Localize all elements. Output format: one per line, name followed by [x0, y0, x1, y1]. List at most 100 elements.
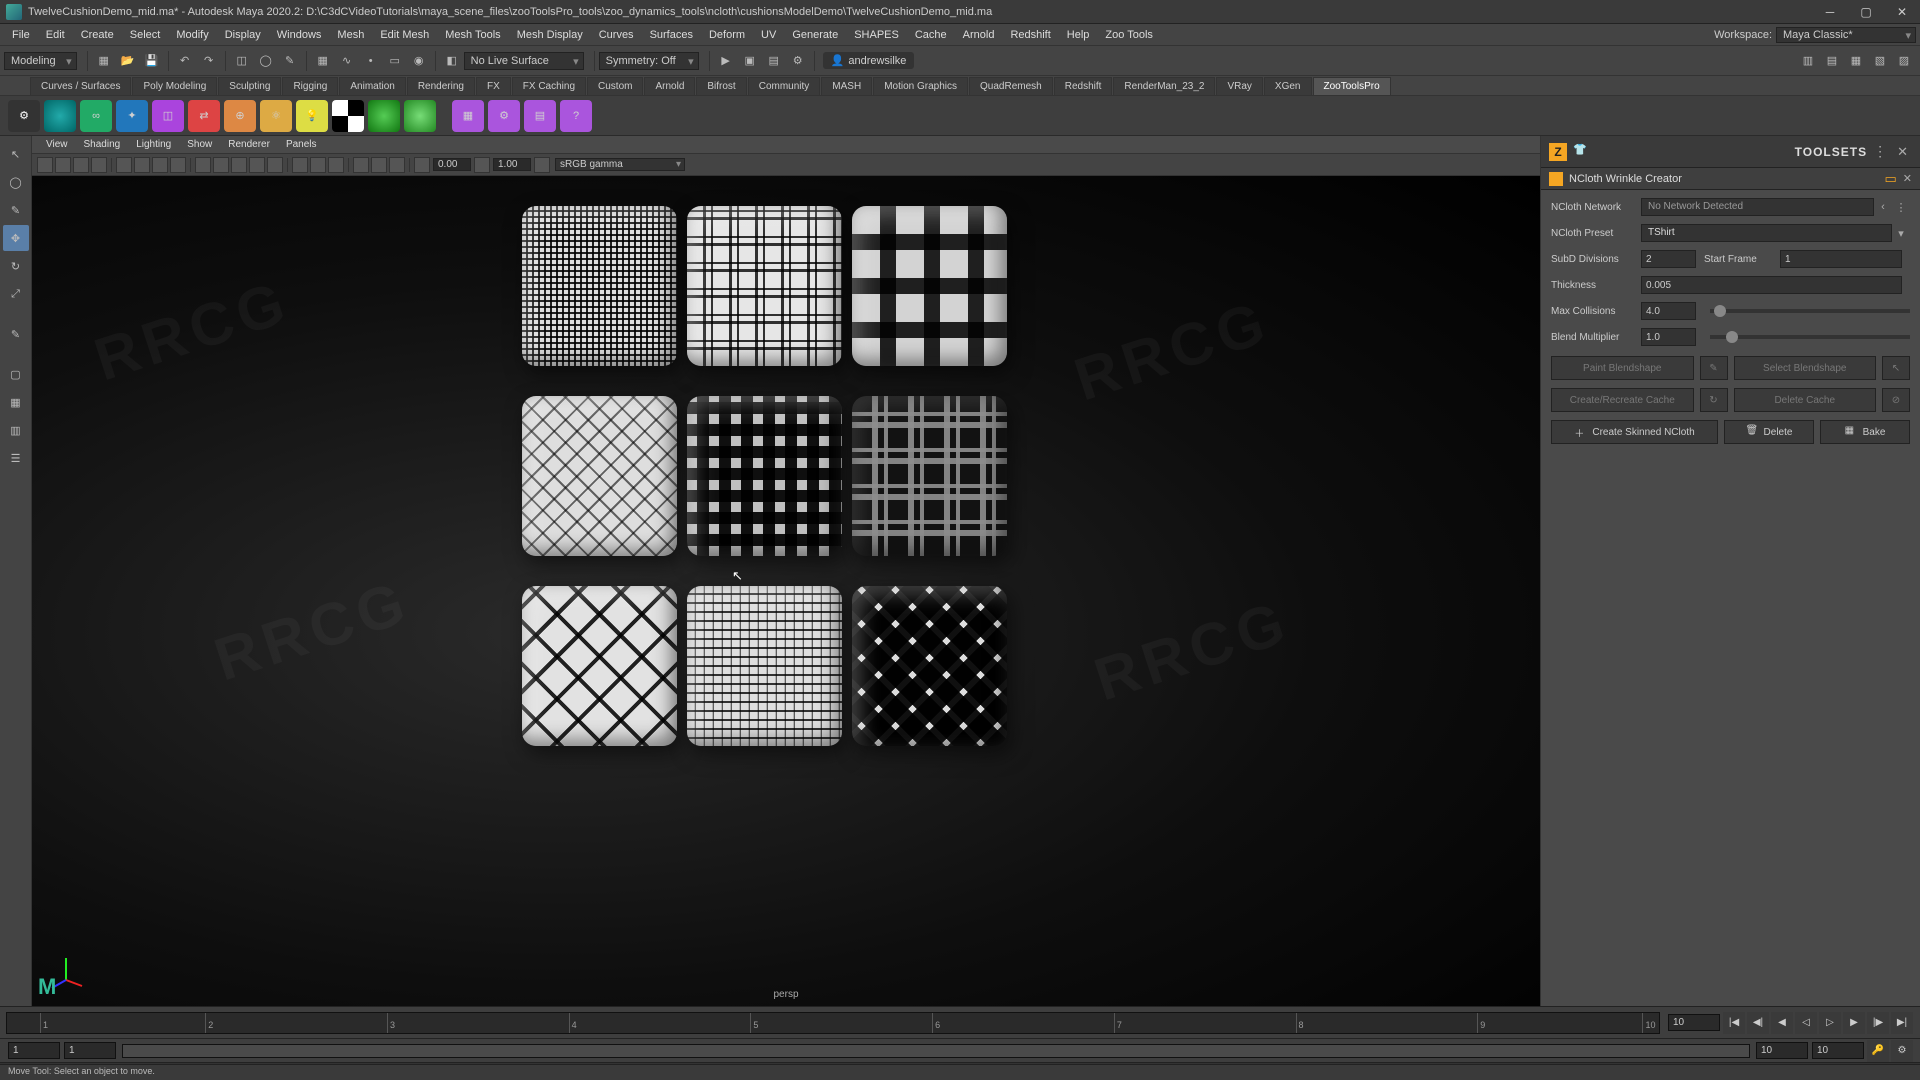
workspace-select[interactable]: Maya Classic* [1776, 27, 1916, 43]
vp-aa-icon[interactable] [389, 157, 405, 173]
menu-edit[interactable]: Edit [38, 27, 73, 43]
ncloth-preset-dropdown[interactable]: TShirt [1641, 224, 1892, 242]
shelf-zoo-toolset-icon[interactable]: ▦ [452, 100, 484, 132]
tab-arnold[interactable]: Arnold [644, 77, 695, 95]
vp-ao-icon[interactable] [353, 157, 369, 173]
cushion-2[interactable] [687, 206, 842, 366]
select-blendshape-button[interactable]: Select Blendshape [1734, 356, 1877, 380]
shelf-zoo-light-icon[interactable]: 💡 [296, 100, 328, 132]
ncloth-network-prev-icon[interactable]: ‹ [1874, 201, 1892, 213]
viewport[interactable]: ↖ persp M RRCG RRCG RRCG RRCG [32, 176, 1540, 1006]
vp-gate-mask-icon[interactable] [170, 157, 186, 173]
vp-shadows-icon[interactable] [267, 157, 283, 173]
paint-select-icon[interactable]: ✎ [279, 50, 301, 72]
create-skinned-ncloth-button[interactable]: ＋Create Skinned NCloth [1551, 420, 1718, 444]
bake-button[interactable]: ▦Bake [1820, 420, 1910, 444]
shelf-settings-icon[interactable]: ⚙ [8, 100, 40, 132]
paint-blend-icon[interactable]: ✎ [1700, 356, 1728, 380]
shelf-zoo-globe-icon[interactable] [44, 100, 76, 132]
shelf-zoo-render-icon[interactable] [404, 100, 436, 132]
maximize-button[interactable]: ▢ [1848, 0, 1884, 24]
tab-renderman[interactable]: RenderMan_23_2 [1113, 77, 1215, 95]
tshirt-icon[interactable]: 👕 [1573, 143, 1591, 161]
menu-generate[interactable]: Generate [784, 27, 846, 43]
snap-live-icon[interactable]: ◉ [408, 50, 430, 72]
sidebar-toggle-1-icon[interactable]: ▥ [1797, 50, 1819, 72]
auto-key-icon[interactable]: 🔑 [1867, 1040, 1889, 1062]
menu-windows[interactable]: Windows [269, 27, 330, 43]
vp-exposure-field[interactable] [433, 158, 471, 171]
vp-xray-icon[interactable] [310, 157, 326, 173]
scale-tool-icon[interactable]: ⤢ [3, 281, 29, 307]
sidebar-toggle-4-icon[interactable]: ▧ [1869, 50, 1891, 72]
view-menu-renderer[interactable]: Renderer [220, 138, 278, 151]
ncloth-network-field[interactable]: No Network Detected [1641, 198, 1874, 216]
view-menu-view[interactable]: View [38, 138, 76, 151]
menu-mesh-display[interactable]: Mesh Display [509, 27, 591, 43]
select-mode-icon[interactable]: ◫ [231, 50, 253, 72]
view-menu-show[interactable]: Show [179, 138, 220, 151]
delete-cache-icon[interactable]: ⊘ [1882, 388, 1910, 412]
create-cache-icon[interactable]: ↻ [1700, 388, 1728, 412]
maxcol-slider[interactable] [1710, 309, 1910, 313]
menu-help[interactable]: Help [1059, 27, 1098, 43]
menu-deform[interactable]: Deform [701, 27, 753, 43]
layout-single-icon[interactable]: ▢ [3, 361, 29, 387]
cushion-3[interactable] [852, 206, 1007, 366]
cushion-9[interactable] [852, 586, 1007, 746]
undo-icon[interactable]: ↶ [174, 50, 196, 72]
range-slider[interactable] [122, 1044, 1750, 1058]
current-frame-field[interactable] [1668, 1014, 1720, 1031]
select-tool-icon[interactable]: ↖ [3, 141, 29, 167]
menu-curves[interactable]: Curves [591, 27, 642, 43]
go-start-icon[interactable]: |◀ [1723, 1012, 1745, 1034]
shelf-zoo-atom-icon[interactable]: ⚛ [260, 100, 292, 132]
select-blend-icon[interactable]: ↖ [1882, 356, 1910, 380]
tab-vray[interactable]: VRay [1216, 77, 1262, 95]
thickness-field[interactable] [1641, 276, 1902, 294]
tab-rigging[interactable]: Rigging [282, 77, 338, 95]
sidebar-toggle-5-icon[interactable]: ▨ [1893, 50, 1915, 72]
zoo-z-icon[interactable]: Z [1549, 143, 1567, 161]
sidebar-toggle-2-icon[interactable]: ▤ [1821, 50, 1843, 72]
minimize-button[interactable]: ─ [1812, 0, 1848, 24]
shelf-zoo-hdri-icon[interactable] [368, 100, 400, 132]
range-end-field[interactable] [1812, 1042, 1864, 1059]
tab-poly-modeling[interactable]: Poly Modeling [132, 77, 217, 95]
vp-textured-icon[interactable] [231, 157, 247, 173]
vp-exposure-icon[interactable] [414, 157, 430, 173]
lasso-tool-icon[interactable]: ◯ [3, 169, 29, 195]
tab-zootoolspro[interactable]: ZooToolsPro [1313, 77, 1391, 95]
view-menu-panels[interactable]: Panels [278, 138, 325, 151]
render-settings-icon[interactable]: ⚙ [787, 50, 809, 72]
menu-display[interactable]: Display [217, 27, 269, 43]
menu-redshift[interactable]: Redshift [1002, 27, 1058, 43]
tool-minimize-icon[interactable]: ▭ [1884, 171, 1896, 187]
layout-two-icon[interactable]: ▥ [3, 417, 29, 443]
tab-animation[interactable]: Animation [339, 77, 405, 95]
shelf-zoo-mirror-icon[interactable]: ◫ [152, 100, 184, 132]
snap-plane-icon[interactable]: ▭ [384, 50, 406, 72]
open-scene-icon[interactable]: 📂 [117, 50, 139, 72]
menu-shapes[interactable]: SHAPES [846, 27, 907, 43]
tab-curves-surfaces[interactable]: Curves / Surfaces [30, 77, 131, 95]
tab-xgen[interactable]: XGen [1264, 77, 1312, 95]
cushion-7[interactable] [522, 586, 677, 746]
menu-mesh-tools[interactable]: Mesh Tools [437, 27, 508, 43]
menu-arnold[interactable]: Arnold [955, 27, 1003, 43]
menu-file[interactable]: File [4, 27, 38, 43]
vp-grid-icon[interactable] [116, 157, 132, 173]
step-forward-icon[interactable]: ▶ [1843, 1012, 1865, 1034]
cushion-1[interactable] [522, 206, 677, 366]
vp-film-gate-icon[interactable] [134, 157, 150, 173]
menu-uv[interactable]: UV [753, 27, 784, 43]
snap-grid-icon[interactable]: ▦ [312, 50, 334, 72]
tab-fx[interactable]: FX [476, 77, 511, 95]
create-cache-button[interactable]: Create/Recreate Cache [1551, 388, 1694, 412]
snap-point-icon[interactable]: • [360, 50, 382, 72]
playback-prefs-icon[interactable]: ⚙ [1891, 1040, 1913, 1062]
live-surface-dropdown[interactable]: No Live Surface [464, 52, 584, 70]
menu-edit-mesh[interactable]: Edit Mesh [372, 27, 437, 43]
new-scene-icon[interactable]: ▦ [93, 50, 115, 72]
go-end-icon[interactable]: ▶| [1891, 1012, 1913, 1034]
